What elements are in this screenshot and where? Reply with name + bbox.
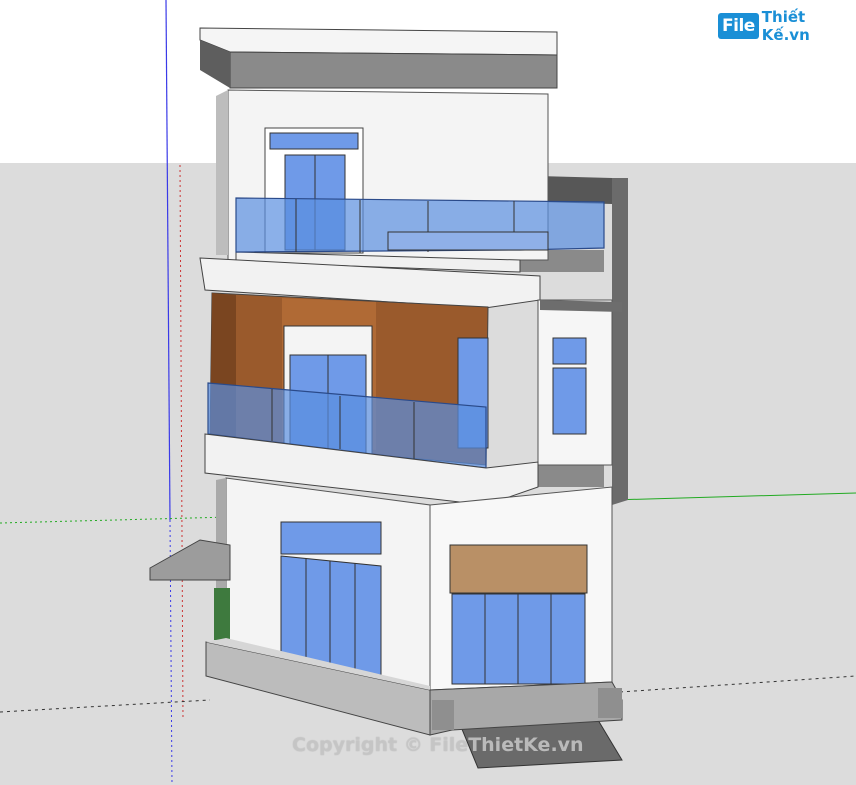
right-brick-wall xyxy=(612,178,628,505)
copyright-watermark: Copyright © FileThietKe.vn xyxy=(292,734,584,756)
side-planter xyxy=(214,588,230,640)
middle-right-window xyxy=(552,367,587,435)
roof-fascia xyxy=(229,51,558,89)
left-door-transom xyxy=(280,521,382,555)
base-stone-right xyxy=(598,688,622,718)
right-door-shutter xyxy=(449,544,588,594)
roof-slab-top xyxy=(199,27,558,56)
logo-mark: File xyxy=(718,13,759,39)
base-stone-left xyxy=(432,700,454,730)
middle-canopy xyxy=(540,300,622,312)
top-balcony-planter xyxy=(387,231,549,251)
brick-strip-lower xyxy=(538,462,604,487)
brick-wall-top xyxy=(538,176,612,204)
site-logo: File Thiết Kế.vn xyxy=(718,8,856,44)
logo-text: Thiết Kế.vn xyxy=(761,8,810,44)
middle-right-window-top xyxy=(552,337,587,365)
top-door-transom xyxy=(269,132,359,150)
sketchup-house-render xyxy=(0,0,856,785)
top-floor-side xyxy=(216,90,228,255)
